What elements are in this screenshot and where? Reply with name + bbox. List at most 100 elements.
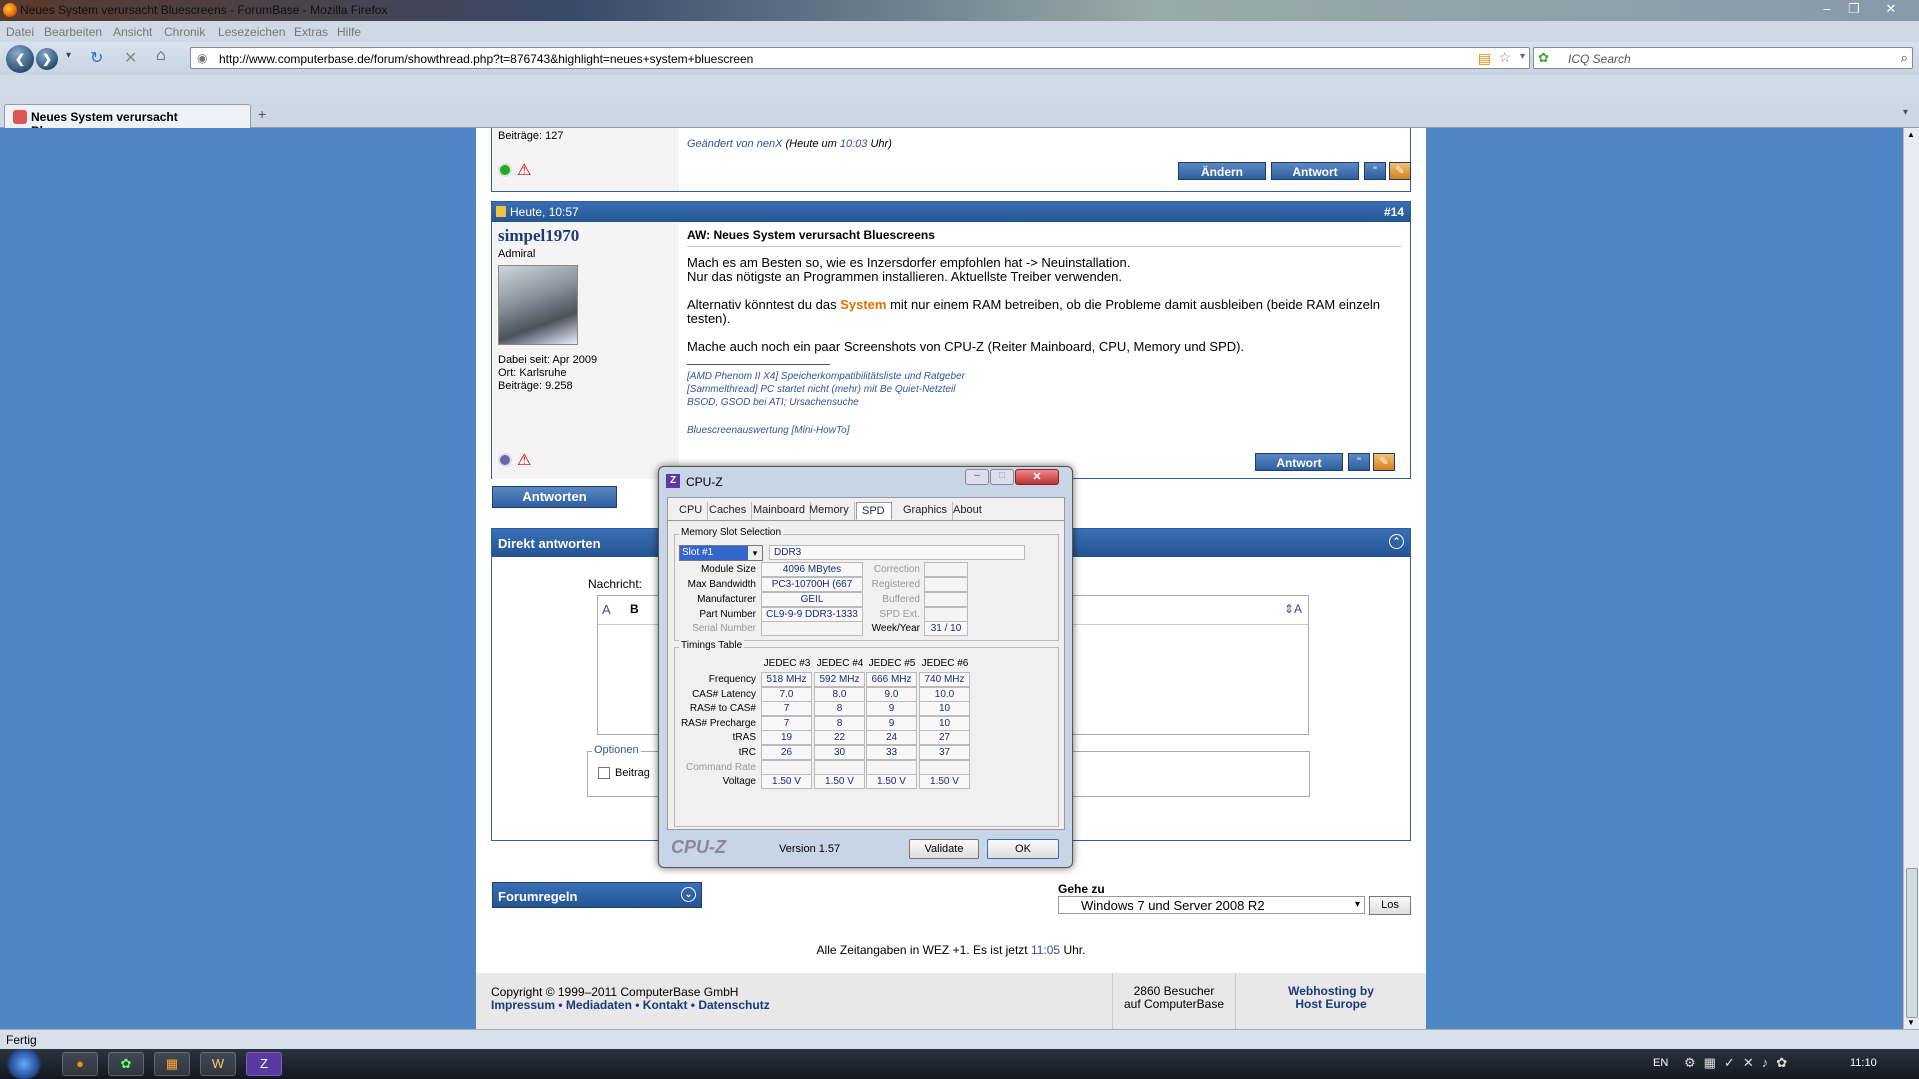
expand-icon[interactable]: ⌄ — [681, 887, 696, 902]
signature-link-2[interactable]: [Sammelthread] PC startet nicht (mehr) m… — [687, 383, 1402, 396]
avatar[interactable] — [498, 265, 578, 345]
close-window-button[interactable]: ✕ — [1880, 1, 1902, 17]
search-placeholder[interactable]: ICQ Search — [1568, 52, 1631, 66]
taskbar-app-icon[interactable]: ▦ — [154, 1052, 190, 1076]
signature-link-1[interactable]: [AMD Phenom II X4] Speicherkompatibilitä… — [687, 370, 1402, 383]
cpuz-tab-graphics[interactable]: Graphics — [898, 502, 954, 520]
select-arrow-icon[interactable]: ▾ — [1355, 899, 1360, 910]
site-identity-icon[interactable]: ◉ — [197, 51, 207, 65]
language-indicator[interactable]: EN — [1653, 1057, 1668, 1069]
signature-link-4[interactable]: Bluescreenauswertung [Mini-HowTo] — [687, 424, 1402, 437]
quote-button[interactable]: " — [1348, 453, 1370, 471]
system-link[interactable]: System — [840, 297, 886, 312]
kontakt-link[interactable]: Kontakt — [643, 998, 688, 1012]
forum-rules-label[interactable]: Forumregeln — [498, 889, 577, 904]
reply-button[interactable]: Antwort — [1255, 453, 1343, 471]
signature-link-3[interactable]: BSOD, GSOD bei ATI; Ursachensuche — [687, 396, 1402, 409]
search-icon[interactable]: ⌕ — [1901, 50, 1908, 66]
taskbar-firefox-icon[interactable]: ● — [62, 1052, 98, 1076]
url-bar[interactable]: ◉ http://www.computerbase.de/forum/showt… — [190, 47, 1530, 69]
scroll-thumb[interactable] — [1906, 868, 1918, 1018]
reply-button-label[interactable]: Antwort — [1276, 456, 1321, 470]
start-button[interactable] — [4, 1049, 44, 1079]
forum-rules-header[interactable]: Forumregeln ⌄ — [492, 882, 702, 908]
scroll-up-icon[interactable]: ▲ — [1907, 130, 1915, 139]
cpuz-close-button[interactable]: ✕ — [1015, 469, 1059, 485]
cpuz-tab-mainboard[interactable]: Mainboard — [748, 502, 811, 520]
vertical-scrollbar[interactable]: ▲ ▼ — [1903, 128, 1919, 1029]
cpuz-tab-spd[interactable]: SPD — [856, 502, 892, 520]
forum-jump-value[interactable]: Windows 7 und Server 2008 R2 — [1081, 898, 1265, 913]
scroll-down-icon[interactable]: ▼ — [1907, 1018, 1915, 1027]
tray-icons[interactable]: ⚙▦✓✕♪✿ — [1684, 1055, 1795, 1071]
minimize-button[interactable]: ‒ — [1816, 1, 1838, 17]
clock[interactable]: 11:10 — [1850, 1057, 1877, 1069]
ok-button[interactable]: OK — [987, 839, 1059, 859]
history-dropdown-icon[interactable]: ▾ — [66, 50, 71, 61]
cpuz-maximize-button[interactable]: □ — [990, 469, 1014, 485]
mediadaten-link[interactable]: Mediadaten — [566, 998, 632, 1012]
bookmark-star-icon[interactable]: ☆ — [1498, 49, 1511, 66]
menu-bearbeiten[interactable]: Bearbeiten — [44, 25, 102, 39]
antworten-label[interactable]: Antworten — [522, 489, 586, 504]
menu-datei[interactable]: Datei — [6, 25, 34, 39]
edited-by-link[interactable]: Geändert von nenX — [687, 138, 782, 150]
menu-ansicht[interactable]: Ansicht — [113, 25, 152, 39]
resize-icon[interactable]: ⇕A — [1284, 602, 1302, 616]
rss-icon[interactable]: ▤ — [1478, 50, 1491, 67]
tab-list-icon[interactable]: ▾ — [1903, 107, 1908, 118]
cpuz-tab-memory[interactable]: Memory — [804, 502, 855, 520]
go-button-label[interactable]: Los — [1381, 899, 1399, 911]
slot-select[interactable]: Slot #1 ▾ — [679, 545, 763, 561]
username[interactable]: simpel1970 — [498, 226, 579, 246]
go-button[interactable]: Los — [1369, 896, 1411, 915]
forum-jump-select[interactable]: Windows 7 und Server 2008 R2 ▾ — [1058, 896, 1365, 914]
cpuz-tab-caches[interactable]: Caches — [704, 502, 753, 520]
slot-select-value[interactable]: Slot #1 — [682, 547, 713, 558]
collapse-icon[interactable]: ⌃ — [1389, 534, 1404, 549]
taskbar-cpuz-icon[interactable]: Z — [246, 1052, 282, 1076]
hosting-credit[interactable]: Webhosting by Host Europe — [1236, 973, 1426, 1029]
multiquote-button-prev[interactable]: ✎ — [1389, 162, 1411, 180]
option-checkbox[interactable] — [598, 767, 610, 779]
home-icon[interactable]: ⌂ — [156, 47, 166, 65]
cpuz-tab-about[interactable]: About — [948, 502, 987, 520]
menu-extras[interactable]: Extras — [294, 25, 328, 39]
url-text[interactable]: http://www.computerbase.de/forum/showthr… — [219, 52, 753, 66]
slot-dropdown-icon[interactable]: ▾ — [748, 546, 762, 560]
report-icon[interactable]: ⚠ — [517, 160, 531, 180]
reply-button-prev-label[interactable]: Antwort — [1292, 165, 1337, 179]
back-button[interactable]: ❮ — [6, 45, 34, 73]
menu-lesezeichen[interactable]: Lesezeichen — [218, 25, 285, 39]
ok-label[interactable]: OK — [1015, 843, 1031, 855]
forward-button[interactable]: ❯ — [36, 48, 58, 70]
post-number[interactable]: #14 — [1384, 205, 1404, 219]
taskbar-icq-icon[interactable]: ✿ — [108, 1052, 144, 1076]
report-post-icon[interactable]: ⚠ — [517, 450, 531, 470]
validate-label[interactable]: Validate — [925, 843, 964, 855]
taskbar-wow-icon[interactable]: W — [200, 1052, 236, 1076]
tab-current[interactable]: Neues System verursacht Bluescreen... — [4, 104, 251, 138]
reply-button-prev[interactable]: Antwort — [1271, 162, 1359, 180]
edit-button[interactable]: Ändern — [1178, 162, 1266, 180]
icq-flower-icon[interactable]: ✿ — [1538, 50, 1549, 66]
font-icon[interactable]: A — [602, 602, 611, 617]
antworten-button[interactable]: Antworten — [492, 486, 617, 508]
datenschutz-link[interactable]: Datenschutz — [698, 998, 769, 1012]
maximize-button[interactable]: ❐ — [1843, 1, 1865, 17]
new-tab-button[interactable]: + — [258, 106, 266, 122]
reload-icon[interactable]: ↻ — [90, 48, 103, 68]
url-dropdown-icon[interactable]: ▾ — [1520, 51, 1525, 62]
stop-icon[interactable]: ✕ — [124, 48, 137, 68]
impressum-link[interactable]: Impressum — [491, 998, 555, 1012]
menu-chronik[interactable]: Chronik — [164, 25, 205, 39]
search-box[interactable]: ✿ ICQ Search ⌕ — [1533, 47, 1913, 69]
bold-button[interactable]: B — [630, 602, 639, 616]
validate-button[interactable]: Validate — [909, 839, 979, 859]
quote-button-prev[interactable]: " — [1364, 162, 1386, 180]
cpuz-minimize-button[interactable]: ‒ — [965, 469, 989, 485]
hosting-line-2[interactable]: Host Europe — [1236, 998, 1426, 1011]
menu-hilfe[interactable]: Hilfe — [337, 25, 361, 39]
multiquote-button[interactable]: ✎ — [1373, 453, 1395, 471]
edit-button-label[interactable]: Ändern — [1201, 165, 1243, 179]
